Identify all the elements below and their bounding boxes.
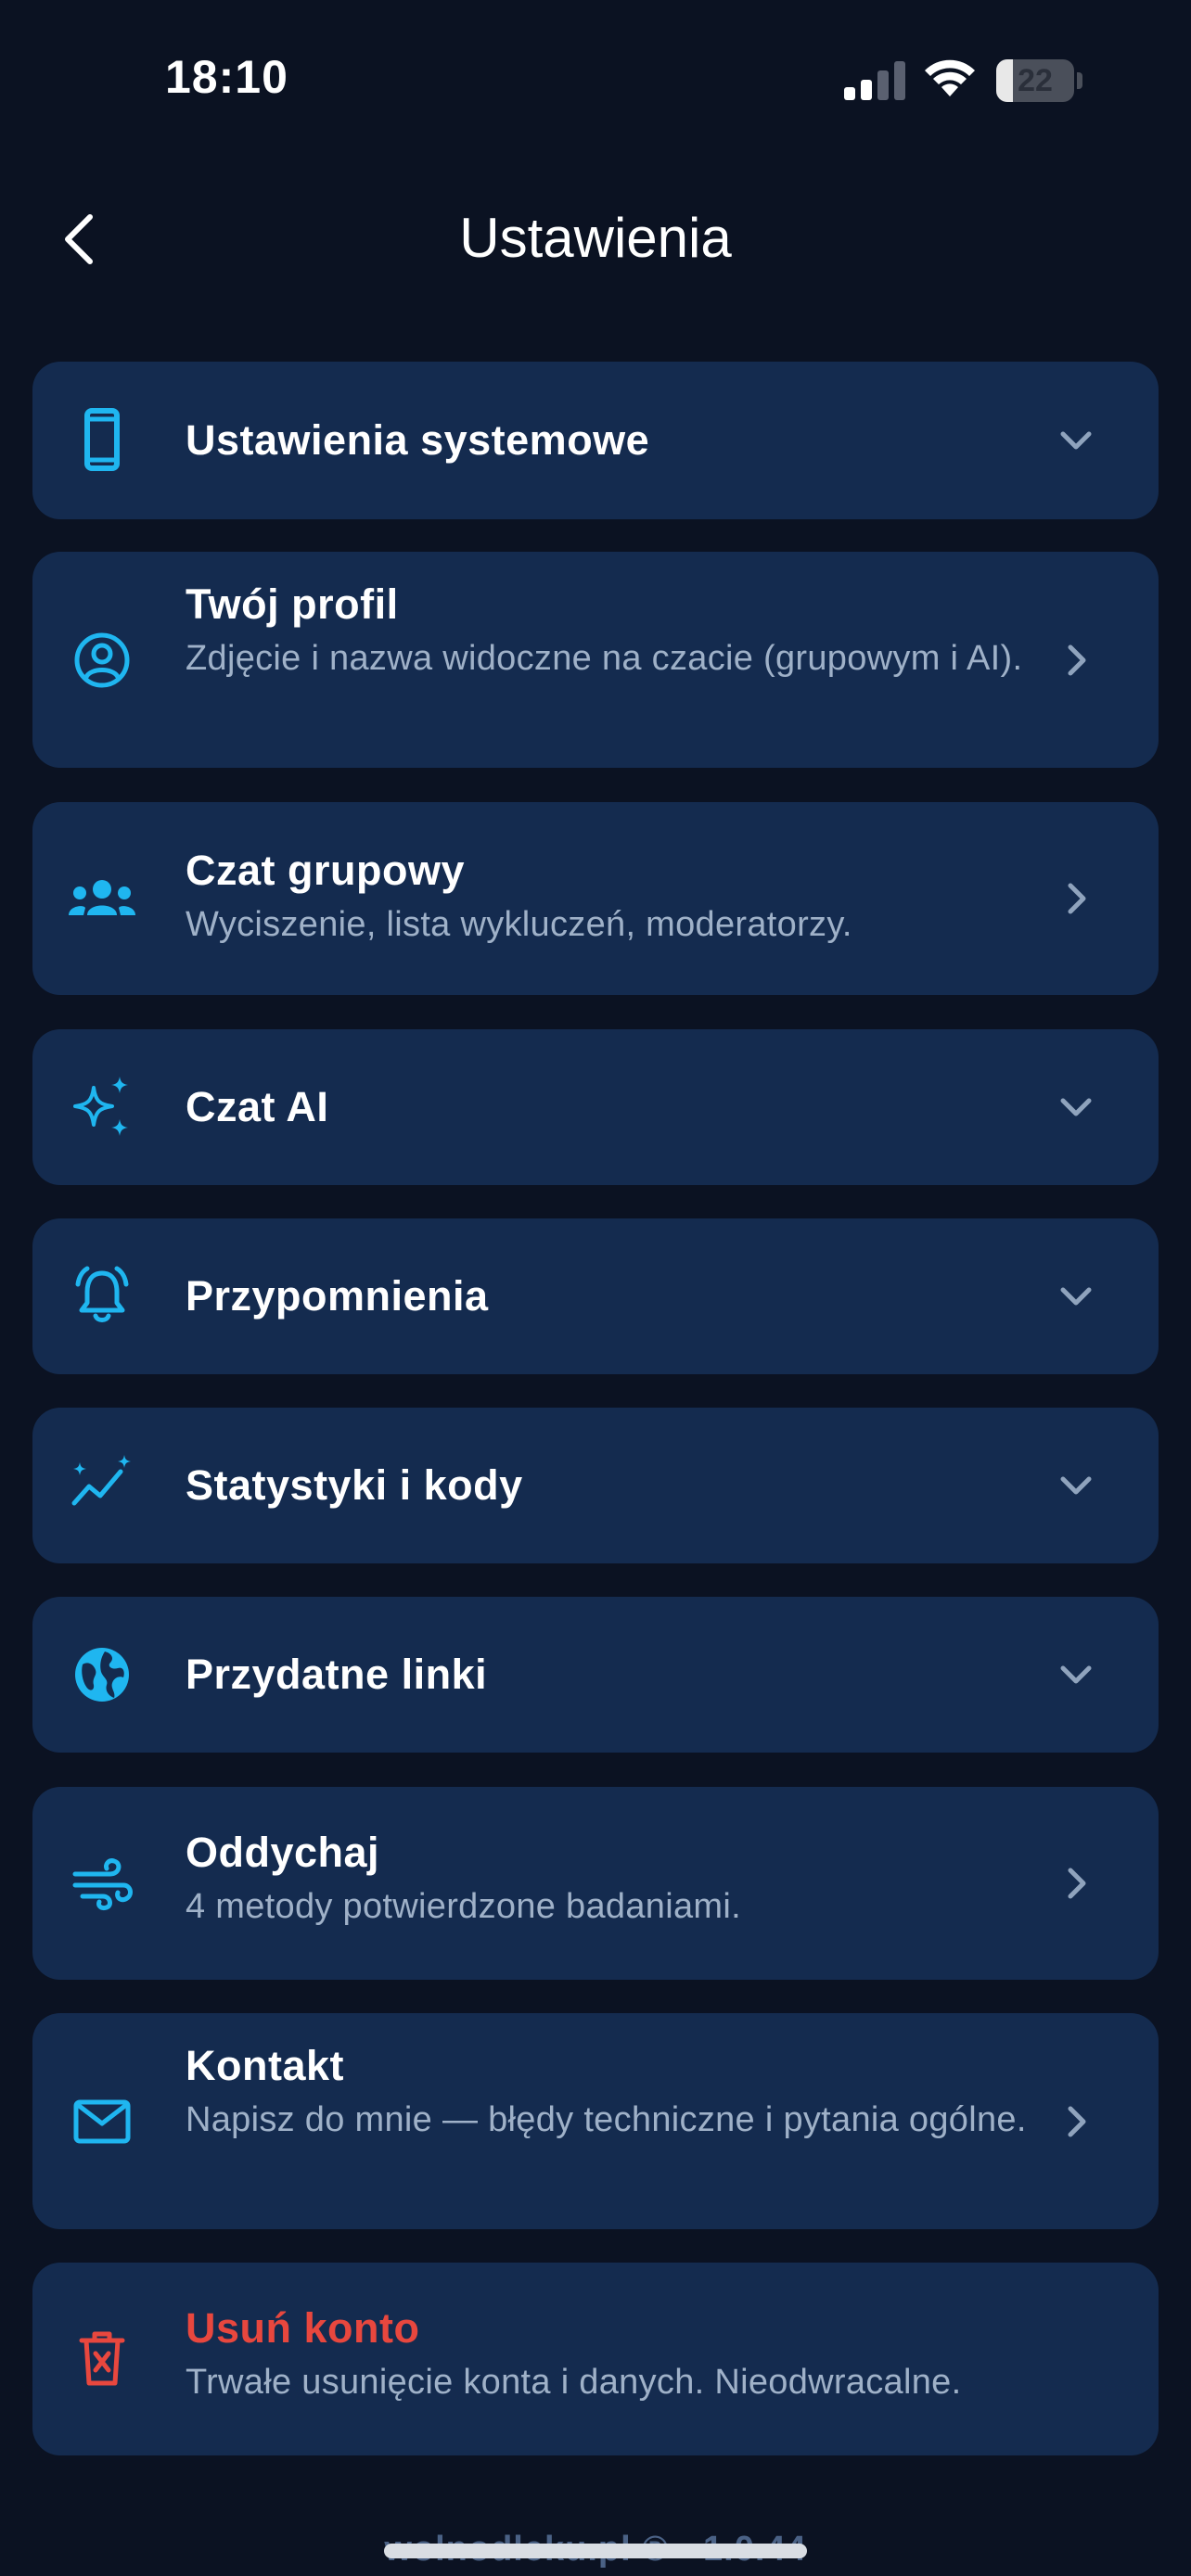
settings-item-reminders[interactable]: Przypomnienia (32, 1218, 1159, 1374)
settings-item-ai-chat[interactable]: Czat AI (32, 1029, 1159, 1185)
battery-tip (1077, 72, 1082, 89)
item-title: Przypomnienia (186, 1272, 489, 1320)
item-title: Przydatne linki (186, 1651, 488, 1698)
phone-icon (64, 402, 140, 478)
sparkles-icon (64, 1069, 140, 1145)
item-subtitle: Zdjęcie i nazwa widoczne na czacie (grup… (186, 639, 1023, 678)
chevron-right-icon (1053, 2098, 1099, 2145)
user-circle-icon (64, 622, 140, 698)
settings-item-profile[interactable]: Twój profil Zdjęcie i nazwa widoczne na … (32, 552, 1159, 768)
item-title: Czat grupowy (186, 847, 466, 894)
settings-item-contact[interactable]: Kontakt Napisz do mnie — błędy techniczn… (32, 2013, 1159, 2229)
item-subtitle: Napisz do mnie — błędy techniczne i pyta… (186, 2100, 1027, 2139)
trend-chart-icon (64, 1447, 140, 1524)
chevron-down-icon (1053, 417, 1099, 464)
mail-icon (64, 2084, 140, 2160)
item-title: Czat AI (186, 1083, 329, 1130)
chevron-right-icon (1053, 637, 1099, 683)
trash-icon (64, 2321, 140, 2397)
wifi-icon (925, 59, 975, 96)
item-subtitle: 4 metody potwierdzone badaniami. (186, 1887, 741, 1926)
item-title: Kontakt (186, 2042, 344, 2089)
settings-item-stats[interactable]: Statystyki i kody (32, 1408, 1159, 1563)
page-title: Ustawienia (459, 207, 732, 269)
group-icon (64, 861, 140, 937)
item-title: Usuń konto (186, 2304, 420, 2352)
chevron-down-icon (1053, 1084, 1099, 1130)
chevron-down-icon (1053, 1462, 1099, 1509)
item-subtitle: Trwałe usunięcie konta i danych. Nieodwr… (186, 2363, 962, 2402)
status-time: 18:10 (165, 51, 288, 103)
battery-icon: 22 (996, 59, 1074, 102)
chevron-down-icon (1053, 1273, 1099, 1320)
cellular-signal-icon (844, 61, 905, 100)
globe-icon (64, 1637, 140, 1713)
chevron-right-icon (1053, 875, 1099, 922)
app-header: Ustawienia (0, 158, 1191, 317)
settings-item-system[interactable]: Ustawienia systemowe (32, 362, 1159, 519)
settings-item-links[interactable]: Przydatne linki (32, 1597, 1159, 1753)
item-title: Twój profil (186, 580, 399, 628)
wind-icon (64, 1845, 140, 1921)
item-title: Statystyki i kody (186, 1461, 523, 1509)
chevron-right-icon (1053, 1860, 1099, 1906)
settings-item-breathe[interactable]: Oddychaj 4 metody potwierdzone badaniami… (32, 1787, 1159, 1980)
item-title: Oddychaj (186, 1829, 380, 1876)
home-indicator[interactable] (384, 2544, 807, 2558)
status-bar: 18:10 22 (0, 0, 1191, 158)
battery-percent: 22 (1018, 62, 1053, 98)
settings-screen: 18:10 22 Ustawienia Ustawienia systemowe… (0, 0, 1191, 2576)
settings-item-group-chat[interactable]: Czat grupowy Wyciszenie, lista wykluczeń… (32, 802, 1159, 995)
item-title: Ustawienia systemowe (186, 416, 650, 464)
chevron-down-icon (1053, 1651, 1099, 1698)
delete-account-item[interactable]: Usuń konto Trwałe usunięcie konta i dany… (32, 2263, 1159, 2455)
bell-ring-icon (64, 1258, 140, 1334)
item-subtitle: Wyciszenie, lista wykluczeń, moderatorzy… (186, 905, 852, 944)
